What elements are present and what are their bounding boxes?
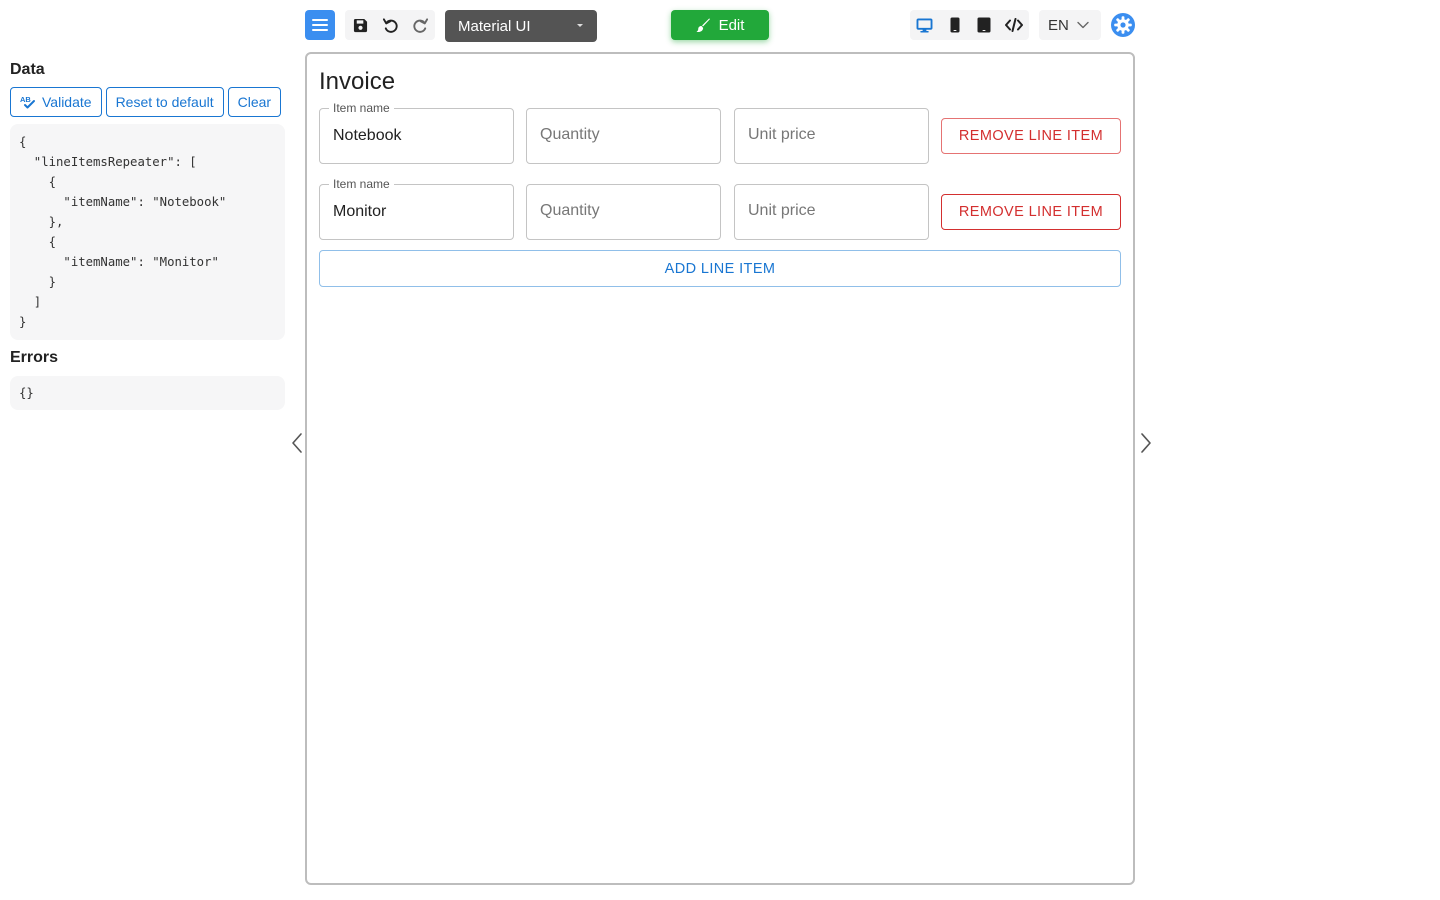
mobile-icon (950, 17, 960, 33)
unit-price-placeholder: Unit price (748, 126, 816, 143)
next-arrow-button[interactable] (1139, 432, 1153, 454)
clear-label: Clear (237, 94, 272, 110)
item-name-value: Notebook (333, 127, 402, 144)
remove-line-item-button[interactable]: REMOVE LINE ITEM (941, 194, 1121, 230)
edit-button[interactable]: Edit (671, 10, 769, 40)
desktop-icon (916, 17, 933, 32)
line-item-row: Item name Monitor Quantity Unit price RE… (319, 177, 1121, 240)
undo-button[interactable] (375, 10, 405, 40)
tablet-icon (977, 17, 991, 33)
quantity-field[interactable]: Quantity (526, 184, 721, 240)
item-name-value: Monitor (333, 203, 387, 220)
line-item-row: Item name Notebook Quantity Unit price R… (319, 101, 1121, 164)
hamburger-icon (312, 19, 328, 31)
item-name-label: Item name (329, 177, 394, 191)
tablet-view-button[interactable] (970, 10, 1000, 40)
add-line-item-label: ADD LINE ITEM (664, 260, 776, 277)
chevron-left-icon (292, 433, 302, 453)
paintbrush-icon (696, 17, 710, 32)
chevron-right-icon (1141, 433, 1151, 453)
reset-label: Reset to default (115, 94, 214, 110)
code-icon (1005, 18, 1024, 32)
floppy-disk-icon (353, 18, 367, 32)
form-title: Invoice (319, 68, 396, 95)
redo-icon (412, 17, 428, 33)
validate-button[interactable]: AB Validate (10, 87, 102, 117)
unit-price-placeholder: Unit price (748, 202, 816, 219)
data-heading: Data (10, 61, 45, 78)
data-panel: Data AB Validate Reset to default Clear … (10, 60, 285, 410)
theme-select-value: Material UI (458, 17, 531, 35)
desktop-view-button[interactable] (910, 10, 940, 40)
item-name-field[interactable]: Item name Notebook (319, 101, 514, 164)
reset-to-default-button[interactable]: Reset to default (105, 87, 224, 117)
form-preview-canvas: Invoice Item name Notebook Quantity Unit… (305, 52, 1135, 885)
remove-line-item-label: REMOVE LINE ITEM (958, 204, 1104, 220)
gear-icon (1111, 13, 1135, 37)
quantity-placeholder: Quantity (540, 202, 600, 219)
theme-select[interactable]: Material UI (445, 10, 597, 42)
language-select[interactable]: EN (1039, 10, 1101, 40)
unit-price-field[interactable]: Unit price (734, 184, 929, 240)
data-actions: AB Validate Reset to default Clear (10, 87, 285, 117)
mobile-view-button[interactable] (940, 10, 970, 40)
item-name-field[interactable]: Item name Monitor (319, 177, 514, 240)
errors-heading: Errors (10, 349, 59, 366)
edit-button-label: Edit (718, 16, 745, 34)
settings-button[interactable] (1111, 13, 1135, 37)
code-view-button[interactable] (999, 10, 1029, 40)
save-button[interactable] (345, 10, 375, 40)
svg-text:AB: AB (20, 95, 31, 104)
menu-button[interactable] (305, 10, 335, 40)
errors-json-viewer: {} (10, 376, 285, 410)
undo-icon (382, 17, 398, 33)
remove-line-item-label: REMOVE LINE ITEM (958, 128, 1104, 144)
unit-price-field[interactable]: Unit price (734, 108, 929, 164)
top-toolbar: Material UI Edit EN (305, 10, 1135, 42)
language-value: EN (1048, 16, 1069, 34)
chevron-down-icon (1077, 21, 1089, 29)
history-controls (345, 10, 435, 40)
previous-arrow-button[interactable] (290, 432, 304, 454)
redo-button[interactable] (405, 10, 435, 40)
add-line-item-button[interactable]: ADD LINE ITEM (319, 250, 1121, 287)
clear-button[interactable]: Clear (227, 87, 282, 117)
quantity-field[interactable]: Quantity (526, 108, 721, 164)
spellcheck-icon: AB (20, 95, 35, 109)
remove-line-item-button[interactable]: REMOVE LINE ITEM (941, 118, 1121, 154)
validate-label: Validate (42, 94, 92, 110)
device-preview-controls (910, 10, 1029, 40)
caret-down-icon (577, 24, 583, 27)
data-json-viewer: { "lineItemsRepeater": [ { "itemName": "… (10, 124, 285, 340)
item-name-label: Item name (329, 101, 394, 115)
quantity-placeholder: Quantity (540, 126, 600, 143)
